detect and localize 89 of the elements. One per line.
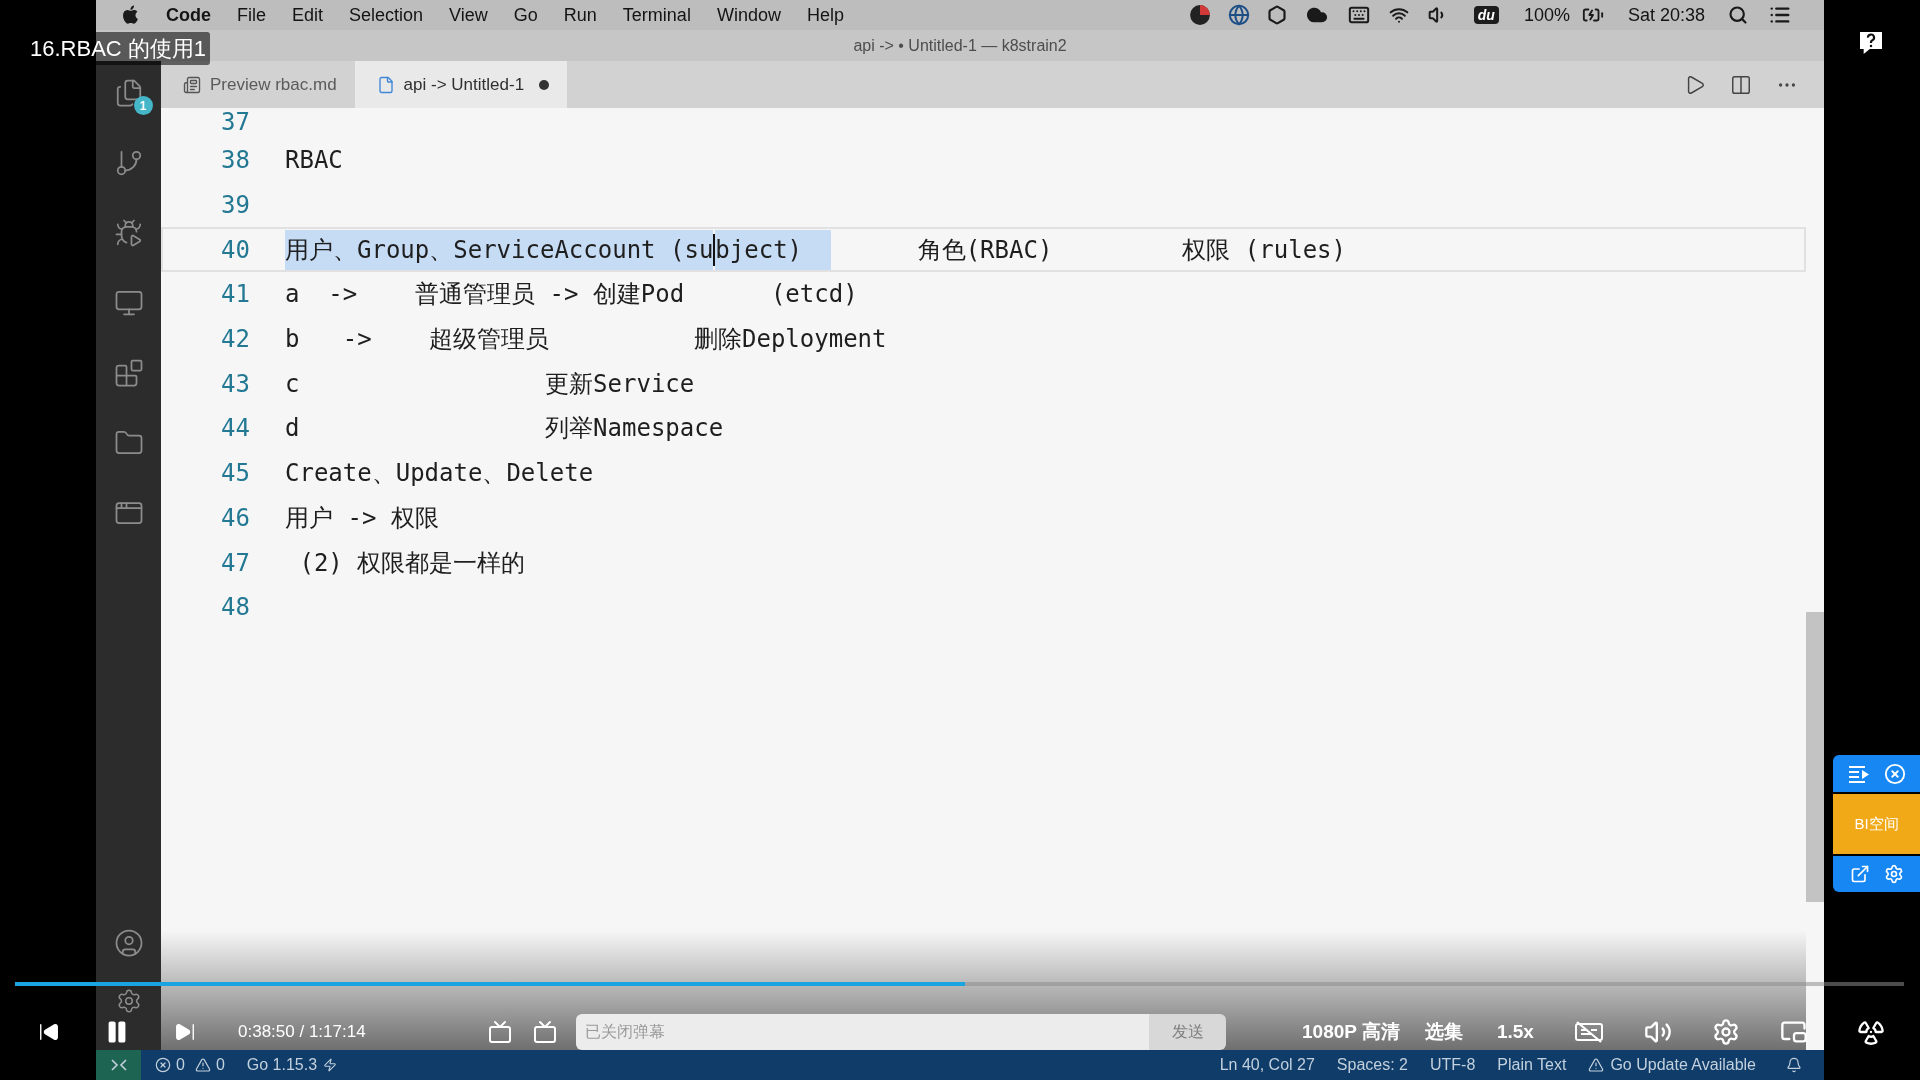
status-item[interactable]: Plain Text [1497, 1053, 1567, 1077]
error-count[interactable]: 0 [176, 1053, 185, 1077]
hexagon-icon[interactable] [1266, 5, 1287, 25]
line-number: 37 [221, 108, 250, 136]
code-text: 权限 (rules) [1182, 234, 1346, 266]
line-number: 40 [221, 235, 250, 264]
menu-item[interactable]: Go [513, 1, 538, 29]
circle-app-icon[interactable] [1188, 4, 1211, 26]
blocks-icon[interactable] [113, 358, 144, 388]
notification-badge: 1 [133, 96, 153, 115]
code-text: RBAC [285, 145, 343, 177]
popout-icon[interactable] [1849, 864, 1870, 884]
menu-item[interactable]: File [237, 1, 266, 29]
code-text: d 列举Namespace [285, 413, 724, 445]
menu-item[interactable]: Selection [349, 1, 424, 29]
selected-text: bject) [715, 229, 831, 270]
bell-icon[interactable] [1786, 1057, 1802, 1073]
close-icon[interactable] [1883, 762, 1906, 785]
line-number: 45 [221, 459, 250, 488]
status-item[interactable]: Go Update Available [1610, 1053, 1756, 1077]
code-text: 角色(RBAC) [917, 234, 1053, 266]
lightning-icon[interactable] [323, 1058, 338, 1072]
selected-text: 用户、Group、ServiceAccount (su [285, 229, 714, 270]
scrollbar-thumb[interactable] [1806, 612, 1824, 902]
radiation-icon[interactable] [1857, 1018, 1885, 1046]
chevrons-icon [110, 1059, 127, 1071]
status-item[interactable]: Go 1.15.3 [246, 1053, 318, 1077]
menu-item[interactable]: Edit [292, 1, 324, 29]
error-icon[interactable] [155, 1057, 171, 1073]
subtitles-off-icon[interactable] [1573, 1020, 1604, 1044]
keyboard-icon[interactable] [1346, 4, 1371, 26]
status-item[interactable]: Ln 40, Col 27 [1219, 1053, 1315, 1077]
settings-icon[interactable] [115, 988, 142, 1014]
editor-tab[interactable]: api -> Untitled-1 [354, 61, 568, 108]
list-icon[interactable] [1769, 4, 1791, 26]
settings-icon[interactable] [1883, 864, 1904, 884]
split-editor-icon[interactable] [1730, 73, 1752, 96]
status-item[interactable]: Spaces: 2 [1336, 1053, 1408, 1077]
search-icon[interactable] [1728, 5, 1748, 25]
menu-item[interactable]: Run [563, 1, 597, 29]
code-text: b -> 超级管理员 删除Deployment [285, 324, 887, 356]
warning-icon[interactable] [1588, 1057, 1605, 1073]
playback-time: 0:38:50 / 1:17:14 [238, 1021, 367, 1044]
line-number: 47 [221, 548, 250, 577]
episodes-button[interactable]: 选集 [1424, 1017, 1463, 1047]
line-number: 39 [221, 191, 250, 220]
tv-icon[interactable] [533, 1020, 557, 1044]
help-icon[interactable] [1860, 32, 1882, 54]
status-item[interactable]: UTF-8 [1430, 1053, 1476, 1077]
app-menu[interactable]: Code [166, 1, 211, 29]
file-icon [376, 75, 395, 94]
menu-item[interactable]: View [449, 1, 488, 29]
monitor-icon[interactable] [113, 288, 144, 318]
warning-icon[interactable] [194, 1057, 211, 1073]
code-text: c 更新Service [285, 368, 695, 400]
settings-icon[interactable] [1711, 1018, 1740, 1046]
progress-bar[interactable] [15, 982, 1904, 986]
line-number: 38 [221, 146, 250, 175]
globe-icon[interactable] [1227, 4, 1250, 26]
line-number: 43 [221, 369, 250, 398]
wifi-icon[interactable] [1387, 5, 1410, 25]
skip-back-icon[interactable] [38, 1021, 60, 1043]
preview-icon [183, 75, 201, 94]
window-title: api -> • Untitled-1 — k8strain2 [853, 35, 1067, 56]
quality-button[interactable]: 1080P 高清 [1302, 1017, 1400, 1047]
danmaku-input[interactable]: 已关闭弹幕 [576, 1014, 1149, 1050]
code-text: (2) 权限都是一样的 [299, 547, 526, 579]
menu-item[interactable]: Terminal [622, 1, 691, 29]
list-play-icon[interactable] [1847, 764, 1870, 783]
speed-button[interactable]: 1.5x [1496, 1017, 1534, 1047]
tv-icon[interactable] [488, 1020, 512, 1044]
line-number: 46 [221, 503, 250, 532]
apple-logo-icon[interactable] [123, 5, 140, 25]
menu-item[interactable]: Window [716, 1, 781, 29]
battery-percent: 100% [1523, 3, 1570, 27]
menu-item[interactable]: Help [806, 1, 844, 29]
status-app-badge[interactable]: du [1473, 6, 1499, 24]
menu-bar-clock[interactable]: Sat 20:38 [1627, 1, 1705, 29]
warning-count[interactable]: 0 [215, 1053, 225, 1077]
line-number: 41 [221, 280, 250, 309]
code-text: Create、Update、Delete [285, 458, 594, 490]
code-text: a -> 普通管理员 -> 创建Pod (etcd) [285, 279, 858, 311]
code-text: 用户 -> 权限 [285, 502, 439, 534]
skip-forward-icon[interactable] [174, 1021, 196, 1043]
line-number: 44 [221, 414, 250, 443]
line-number: 48 [221, 593, 250, 622]
line-number: 42 [221, 325, 250, 354]
bug-play-icon[interactable] [113, 218, 144, 248]
account-icon[interactable] [113, 928, 144, 958]
